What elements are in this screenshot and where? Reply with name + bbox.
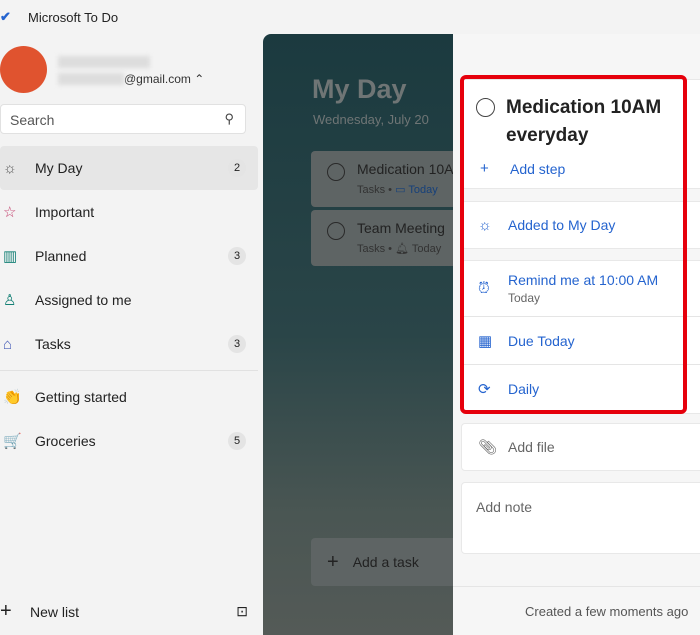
sidebar-item-tasks[interactable]: ⌂ Tasks 3 (0, 322, 258, 366)
account-name-blurred (58, 56, 150, 68)
sidebar-item-my-day[interactable]: ☼ My Day 2 (0, 146, 258, 190)
person-icon: ♙ (3, 292, 17, 309)
page-title: My Day (312, 74, 407, 104)
home-icon: ⌂ (3, 335, 13, 353)
divider (453, 586, 700, 587)
count-badge: 5 (228, 432, 246, 450)
task-list-name: Tasks (357, 184, 386, 196)
add-task-placeholder: Add a task (352, 554, 419, 570)
label: New list (30, 603, 80, 620)
sidebar-item-assigned[interactable]: ♙ Assigned to me (0, 278, 258, 322)
count-badge: 2 (228, 159, 246, 177)
label: Important (35, 204, 95, 220)
sun-icon: ☼ (478, 216, 492, 234)
sidebar-item-getting-started[interactable]: 👏 Getting started (0, 375, 258, 419)
task-list-name: Tasks (357, 243, 386, 255)
add-task-input[interactable]: + Add a task (311, 538, 453, 586)
search-input[interactable]: Search ⚲ (0, 104, 246, 134)
due-date-button[interactable]: ▦ Due Today (462, 317, 700, 365)
new-group-icon[interactable]: ⊡ (236, 603, 248, 620)
task-list-pane: My Day Wednesday, July 20 Medication 10A… (263, 34, 453, 635)
alarm-clock-icon: ⏰︎ (478, 280, 490, 297)
nav-list: ☼ My Day 2 ☆ Important ▥ Planned 3 ♙ Assigned … (0, 146, 258, 463)
avatar[interactable] (0, 46, 47, 93)
plus-icon: + (327, 550, 339, 573)
planned-icon: ▥ (3, 248, 18, 265)
sidebar: @gmail.com ⌃ Search ⚲ ☼ My Day 2 ☆ Important… (0, 34, 263, 635)
app-title: Microsoft To Do (28, 9, 119, 25)
add-note-input[interactable]: Add note (461, 482, 700, 554)
new-list-button[interactable]: + New list ⊡ (0, 600, 258, 623)
sidebar-item-important[interactable]: ☆ Important (0, 190, 258, 234)
task-due: Today (408, 184, 438, 196)
task-title: Medication 10AM everyday (357, 161, 453, 177)
note-placeholder: Add note (476, 499, 533, 515)
label: Remind me at 10:00 AM (508, 272, 659, 288)
title-bar: ✔ Microsoft To Do (0, 0, 700, 34)
count-badge: 3 (228, 335, 246, 353)
add-step-button[interactable]: + Add step (462, 160, 565, 177)
calendar-icon: ▦ (478, 332, 493, 350)
search-icon[interactable]: ⚲ (224, 111, 234, 127)
bell-icon: 🔔︎ (395, 243, 410, 255)
chevron-updown-icon: ⌃ (194, 72, 205, 86)
sun-icon: ☼ (3, 159, 17, 177)
remind-me-button[interactable]: ⏰︎ Remind me at 10:00 AM Today (462, 261, 700, 317)
search-placeholder: Search (10, 112, 55, 128)
task-due: Today (411, 243, 442, 255)
task-item[interactable]: Medication 10AM everydayTasks • ▭ Today (311, 151, 453, 207)
sidebar-item-planned[interactable]: ▥ Planned 3 (0, 234, 258, 278)
label: Planned (35, 248, 87, 264)
label: My Day (35, 160, 83, 176)
label: Assigned to me (35, 292, 132, 308)
account-email[interactable]: @gmail.com ⌃ (58, 72, 204, 86)
task-detail-pane: Medication 10AM everyday + Add step ☼ Adde… (453, 34, 700, 635)
cart-icon: 🛒 (3, 433, 22, 450)
add-file-button[interactable]: 📎︎ Add file (461, 423, 700, 471)
my-day-card[interactable]: ☼ Added to My Day (461, 201, 700, 249)
clap-icon: 👏 (3, 389, 22, 406)
created-label: Created a few moments ago (525, 604, 689, 619)
repeat-button[interactable]: ⟳ Daily (462, 365, 700, 413)
label: Add step (510, 160, 566, 177)
task-header-card: Medication 10AM everyday + Add step (461, 79, 700, 189)
paperclip-icon: 📎︎ (478, 439, 498, 456)
complete-checkbox[interactable] (327, 222, 345, 240)
label: Add file (508, 439, 555, 455)
label: Tasks (35, 336, 71, 352)
task-item[interactable]: Team Meeting Tasks • 🔔︎ Today (311, 210, 453, 266)
repeat-calendar-icon: ⟳ (478, 381, 491, 398)
email-text: @gmail.com (124, 72, 191, 86)
plus-icon: + (480, 160, 489, 177)
label: Added to My Day (508, 217, 616, 233)
task-title: Team Meeting (357, 220, 445, 236)
complete-checkbox[interactable] (327, 163, 345, 181)
sidebar-item-groceries[interactable]: 🛒 Groceries 5 (0, 419, 258, 463)
label: Due Today (508, 332, 575, 349)
date-label: Wednesday, July 20 (313, 112, 429, 127)
complete-checkbox[interactable] (476, 98, 495, 117)
divider (0, 370, 258, 371)
label: Getting started (35, 389, 127, 405)
star-icon: ☆ (3, 204, 17, 221)
calendar-icon: ▭ (395, 184, 406, 196)
task-title[interactable]: Medication 10AM everyday (506, 94, 676, 150)
dates-card: ⏰︎ Remind me at 10:00 AM Today ▦ Due Today … (461, 260, 700, 414)
count-badge: 3 (228, 247, 246, 265)
label: Groceries (35, 433, 96, 449)
todo-logo-icon: ✔ (0, 9, 11, 24)
label: Daily (508, 381, 540, 397)
plus-icon: + (0, 600, 12, 622)
sublabel: Today (508, 291, 541, 305)
